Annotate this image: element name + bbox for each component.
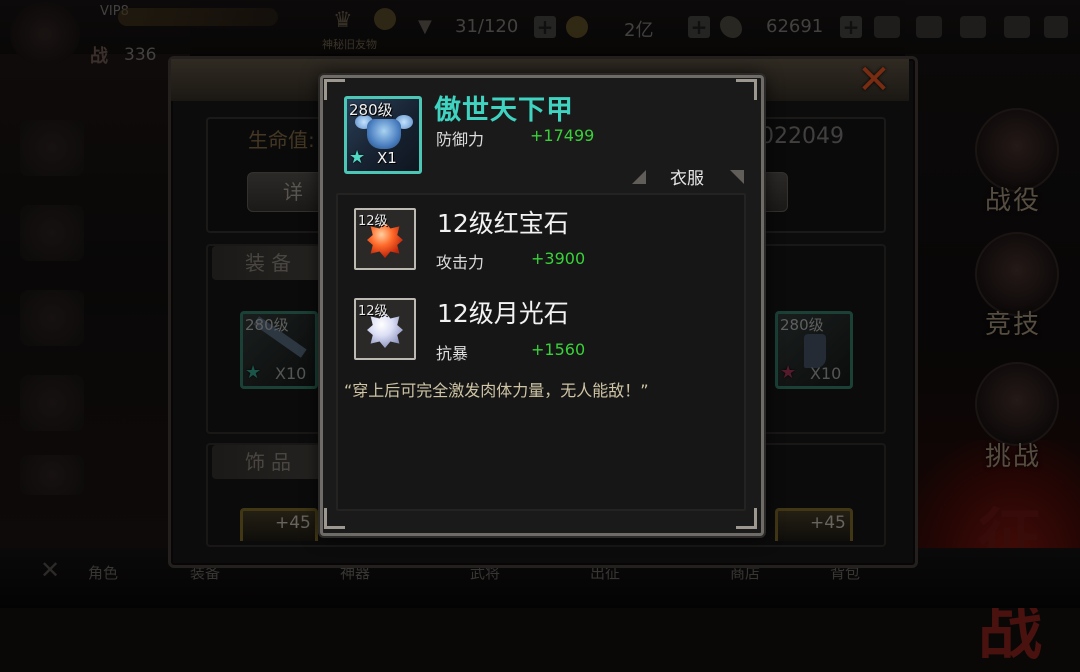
item-icon-frame: 280级 ★ X1 [344,96,422,174]
item-count: X1 [377,149,397,167]
star-icon: ★ [349,147,366,168]
gem-slot: 12级 [354,298,416,360]
corner-ornament [736,508,757,529]
corner-ornament [324,508,345,529]
gem-stat-label: 抗暴 [436,344,469,363]
item-category: 衣服 [670,169,704,189]
item-level: 280级 [349,101,393,119]
gem-name: 12级月光石 [437,299,569,328]
gem-slot: 12级 [354,208,416,270]
armor-icon [367,119,401,149]
gem-stat-value: +3900 [531,249,586,268]
item-name: 傲世天下甲 [434,95,574,126]
item-stat-value: +17499 [530,126,595,145]
gem-name: 12级红宝石 [437,209,569,238]
gem-stat-value: +1560 [531,340,586,359]
gem-level: 12级 [358,304,388,319]
item-stat-label: 防御力 [436,130,485,149]
ornament-triangle [730,170,744,184]
flavor-text: “穿上后可完全激发肉体力量，无人能敌！” [344,381,649,400]
corner-ornament [736,79,757,100]
ornament-triangle [632,170,646,184]
gem-stat-label: 攻击力 [436,253,485,272]
gem-level: 12级 [358,214,388,229]
corner-ornament [324,79,345,100]
